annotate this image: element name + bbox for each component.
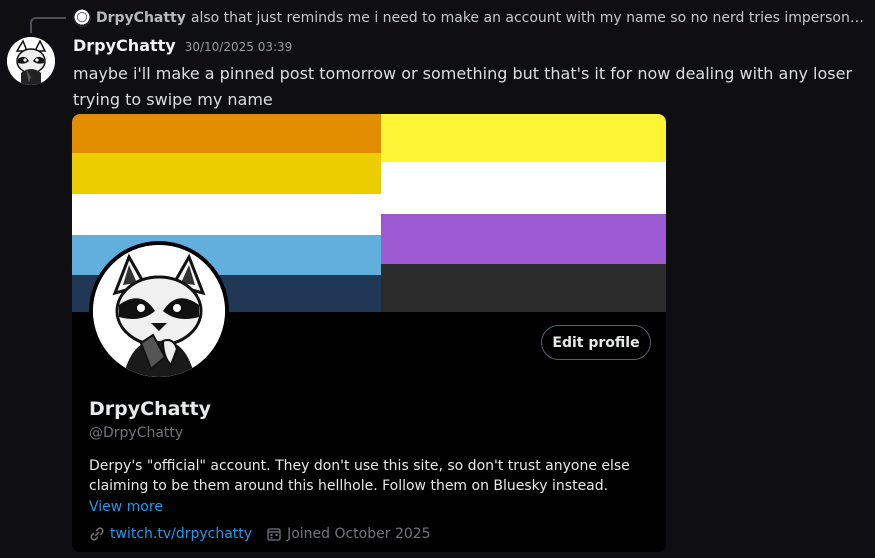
profile-avatar [89, 241, 229, 381]
flag-stripe-yellow [72, 153, 381, 194]
profile-meta: twitch.tv/drpychatty Joined October 2025 [89, 526, 431, 542]
flag-stripe-white [381, 162, 666, 214]
link-icon [90, 527, 104, 541]
message-author[interactable]: DrpyChatty [73, 36, 176, 55]
flag-stripe-white [72, 194, 381, 235]
reply-avatar[interactable] [73, 9, 91, 27]
calendar-icon [267, 528, 281, 541]
flag-stripe-purple [381, 214, 666, 264]
author-avatar[interactable] [7, 37, 55, 85]
flag-stripe-yellow [381, 114, 666, 162]
message-timestamp[interactable]: 30/10/2025 03:39 [185, 40, 293, 54]
message-content: maybe i'll make a pinned post tomorrow o… [73, 64, 853, 109]
reply-preview[interactable]: DrpyChatty also that just reminds me i n… [73, 8, 868, 28]
reply-author[interactable]: DrpyChatty [96, 10, 186, 26]
profile-avatar-art-icon [93, 245, 225, 377]
profile-handle: @DrpyChatty [89, 425, 184, 441]
avatar-art-icon [7, 37, 55, 85]
flag-stripe-orange [72, 114, 381, 153]
message-header: DrpyChatty 30/10/2025 03:39 [73, 36, 292, 55]
flag-stripe-black [381, 264, 666, 312]
nonbinary-flag-banner [381, 114, 666, 312]
profile-website-link[interactable]: twitch.tv/drpychatty [110, 526, 252, 542]
reply-connector-line [30, 17, 66, 33]
profile-image-embed[interactable]: Edit profile DrpyChatty @DrpyChatty Derp… [72, 114, 666, 552]
profile-bio: Derpy's "official" account. They don't u… [89, 458, 630, 494]
edit-profile-button[interactable]: Edit profile [541, 325, 651, 360]
reply-text[interactable]: also that just reminds me i need to make… [191, 10, 868, 26]
view-more-link[interactable]: View more [89, 499, 163, 515]
profile-display-name: DrpyChatty [89, 398, 211, 420]
profile-joined-date: Joined October 2025 [287, 526, 431, 542]
